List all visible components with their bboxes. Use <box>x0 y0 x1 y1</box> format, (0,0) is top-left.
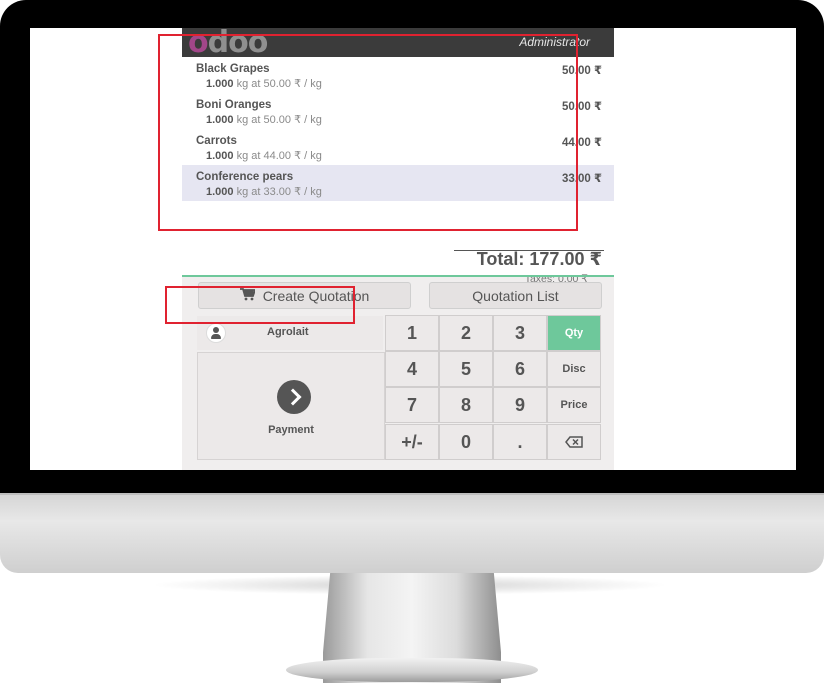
orderlines-highlight <box>158 34 578 231</box>
payment-label: Payment <box>268 424 314 436</box>
backspace-button[interactable] <box>547 424 601 460</box>
chevron-right-icon[interactable] <box>277 380 311 414</box>
numpad-6[interactable]: 6 <box>493 351 547 387</box>
accent-divider <box>182 275 614 277</box>
user-icon <box>206 323 226 343</box>
monitor-chin <box>0 493 824 573</box>
mode-price-button[interactable]: Price <box>547 387 601 423</box>
numpad-9[interactable]: 9 <box>493 387 547 423</box>
monitor-stand-base <box>286 658 538 682</box>
numpad-sign[interactable]: +/- <box>385 424 439 460</box>
numpad-decimal[interactable]: . <box>493 424 547 460</box>
numpad-1[interactable]: 1 <box>385 315 439 351</box>
numpad-8[interactable]: 8 <box>439 387 493 423</box>
order-total: Total: 177.00 ₹ <box>476 249 602 269</box>
numpad-0[interactable]: 0 <box>439 424 493 460</box>
mode-disc-button[interactable]: Disc <box>547 351 601 387</box>
customer-name: Agrolait <box>267 326 309 338</box>
mode-qty-button[interactable]: Qty <box>547 315 601 351</box>
numpad-2[interactable]: 2 <box>439 315 493 351</box>
numpad-4[interactable]: 4 <box>385 351 439 387</box>
quotation-list-button[interactable]: Quotation List <box>429 282 602 309</box>
backspace-icon <box>565 436 583 448</box>
quotation-list-label: Quotation List <box>472 287 559 304</box>
customer-highlight <box>165 286 355 324</box>
numpad-5[interactable]: 5 <box>439 351 493 387</box>
numpad-3[interactable]: 3 <box>493 315 547 351</box>
numpad-7[interactable]: 7 <box>385 387 439 423</box>
